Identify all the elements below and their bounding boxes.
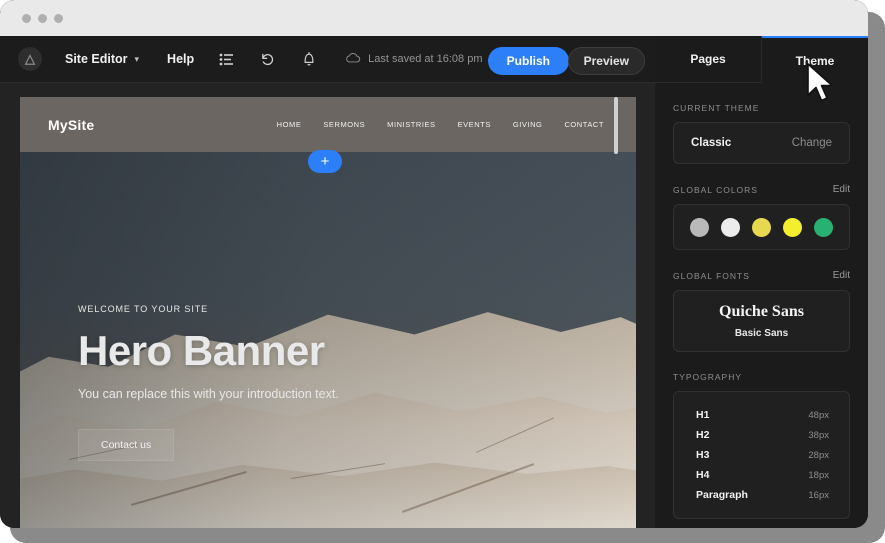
window-controls[interactable] bbox=[22, 14, 63, 23]
bell-icon[interactable] bbox=[300, 51, 317, 68]
color-swatch-4[interactable] bbox=[783, 217, 802, 237]
typography-row[interactable]: H2 38px bbox=[674, 425, 849, 445]
site-nav-item-sermons[interactable]: SERMONS bbox=[323, 120, 365, 129]
tab-theme[interactable]: Theme bbox=[762, 36, 868, 83]
add-section-button[interactable]: + bbox=[308, 150, 342, 173]
site-nav-menu[interactable]: HOME SERMONS MINISTRIES EVENTS GIVING CO… bbox=[277, 120, 604, 129]
pages-list-icon[interactable] bbox=[218, 51, 235, 68]
typography-card: H1 48px H2 38px H3 28px H4 18px Paragrap… bbox=[673, 391, 850, 519]
change-theme-button[interactable]: Change bbox=[792, 137, 832, 149]
site-nav-item-giving[interactable]: GIVING bbox=[513, 120, 543, 129]
sidebar-tabs: Pages Theme bbox=[655, 36, 868, 83]
typography-size: 48px bbox=[808, 409, 829, 421]
brand-logo-icon[interactable]: △ bbox=[18, 47, 42, 71]
canvas-scrollbar-thumb[interactable] bbox=[614, 97, 618, 154]
hero-title[interactable]: Hero Banner bbox=[78, 327, 339, 375]
typography-size: 38px bbox=[808, 429, 829, 441]
global-colors-header: GLOBAL COLORS Edit bbox=[655, 184, 868, 195]
site-preview-frame[interactable]: MySite HOME SERMONS MINISTRIES EVENTS GI… bbox=[20, 97, 636, 528]
site-editor-label: Site Editor bbox=[65, 52, 128, 66]
typography-name: H2 bbox=[696, 429, 710, 441]
body-font-name: Basic Sans bbox=[734, 328, 789, 339]
hero-subtitle[interactable]: You can replace this with your introduct… bbox=[78, 387, 339, 401]
heading-font-name: Quiche Sans bbox=[719, 303, 804, 320]
color-swatch-5[interactable] bbox=[814, 217, 833, 237]
color-swatch-2[interactable] bbox=[721, 217, 740, 237]
hero-eyebrow: WELCOME TO YOUR SITE bbox=[78, 304, 209, 314]
color-swatch-3[interactable] bbox=[752, 217, 771, 237]
global-fonts-label: GLOBAL FONTS bbox=[673, 270, 750, 281]
typography-row[interactable]: H3 28px bbox=[674, 445, 849, 465]
current-theme-name: Classic bbox=[691, 137, 732, 149]
hero-content: WELCOME TO YOUR SITE Hero Banner You can… bbox=[78, 304, 339, 461]
canvas-scrollbar[interactable] bbox=[614, 97, 618, 528]
typography-name: H4 bbox=[696, 469, 710, 481]
save-status-label: Last saved at 16:08 pm bbox=[368, 53, 483, 65]
global-fonts-header: GLOBAL FONTS Edit bbox=[655, 270, 868, 281]
current-theme-card[interactable]: Classic Change bbox=[673, 122, 850, 164]
cloud-icon bbox=[345, 50, 361, 68]
site-navbar[interactable]: MySite HOME SERMONS MINISTRIES EVENTS GI… bbox=[20, 97, 636, 152]
window-minimize-dot[interactable] bbox=[38, 14, 47, 23]
help-button[interactable]: Help bbox=[167, 52, 194, 66]
color-swatch-1[interactable] bbox=[690, 217, 709, 237]
brand-logo-glyph: △ bbox=[25, 51, 35, 66]
typography-name: H1 bbox=[696, 409, 710, 421]
site-nav-item-ministries[interactable]: MINISTRIES bbox=[387, 120, 435, 129]
hero-section[interactable]: WELCOME TO YOUR SITE Hero Banner You can… bbox=[20, 152, 636, 528]
site-nav-item-home[interactable]: HOME bbox=[277, 120, 302, 129]
window-titlebar bbox=[0, 0, 868, 36]
typography-name: Paragraph bbox=[696, 489, 748, 501]
global-colors-card bbox=[673, 204, 850, 250]
global-colors-label: GLOBAL COLORS bbox=[673, 184, 758, 195]
site-nav-item-events[interactable]: EVENTS bbox=[458, 120, 491, 129]
publish-button[interactable]: Publish bbox=[487, 47, 569, 75]
typography-row[interactable]: Paragraph 16px bbox=[674, 485, 849, 505]
save-status: Last saved at 16:08 pm bbox=[345, 50, 483, 68]
typography-size: 18px bbox=[808, 469, 829, 481]
typography-header: TYPOGRAPHY bbox=[655, 372, 868, 382]
window-maximize-dot[interactable] bbox=[54, 14, 63, 23]
tab-pages[interactable]: Pages bbox=[655, 36, 762, 83]
typography-row[interactable]: H1 48px bbox=[674, 405, 849, 425]
hero-cta-button[interactable]: Contact us bbox=[78, 429, 175, 461]
typography-row[interactable]: H4 18px bbox=[674, 465, 849, 485]
edit-global-fonts-button[interactable]: Edit bbox=[833, 270, 850, 281]
global-fonts-card[interactable]: Quiche Sans Basic Sans bbox=[673, 290, 850, 352]
application-window: △ Site Editor ▾ Help Last saved at 16:08… bbox=[0, 0, 868, 528]
preview-button[interactable]: Preview bbox=[567, 47, 645, 75]
editor-toolbar: △ Site Editor ▾ Help Last saved at 16:08… bbox=[0, 36, 655, 83]
chevron-down-icon: ▾ bbox=[134, 53, 140, 64]
site-editor-menu[interactable]: Site Editor ▾ bbox=[65, 52, 139, 66]
editor-canvas[interactable]: MySite HOME SERMONS MINISTRIES EVENTS GI… bbox=[0, 83, 655, 528]
typography-size: 28px bbox=[808, 449, 829, 461]
site-logo[interactable]: MySite bbox=[48, 117, 94, 133]
site-nav-item-contact[interactable]: CONTACT bbox=[564, 120, 604, 129]
undo-icon[interactable] bbox=[259, 51, 276, 68]
current-theme-label: CURRENT THEME bbox=[673, 103, 760, 113]
current-theme-header: CURRENT THEME bbox=[655, 103, 868, 113]
edit-global-colors-button[interactable]: Edit bbox=[833, 184, 850, 195]
window-close-dot[interactable] bbox=[22, 14, 31, 23]
typography-size: 16px bbox=[808, 489, 829, 501]
typography-label: TYPOGRAPHY bbox=[673, 372, 743, 382]
typography-name: H3 bbox=[696, 449, 710, 461]
right-sidebar: Pages Theme CURRENT THEME Classic Change… bbox=[655, 36, 868, 528]
